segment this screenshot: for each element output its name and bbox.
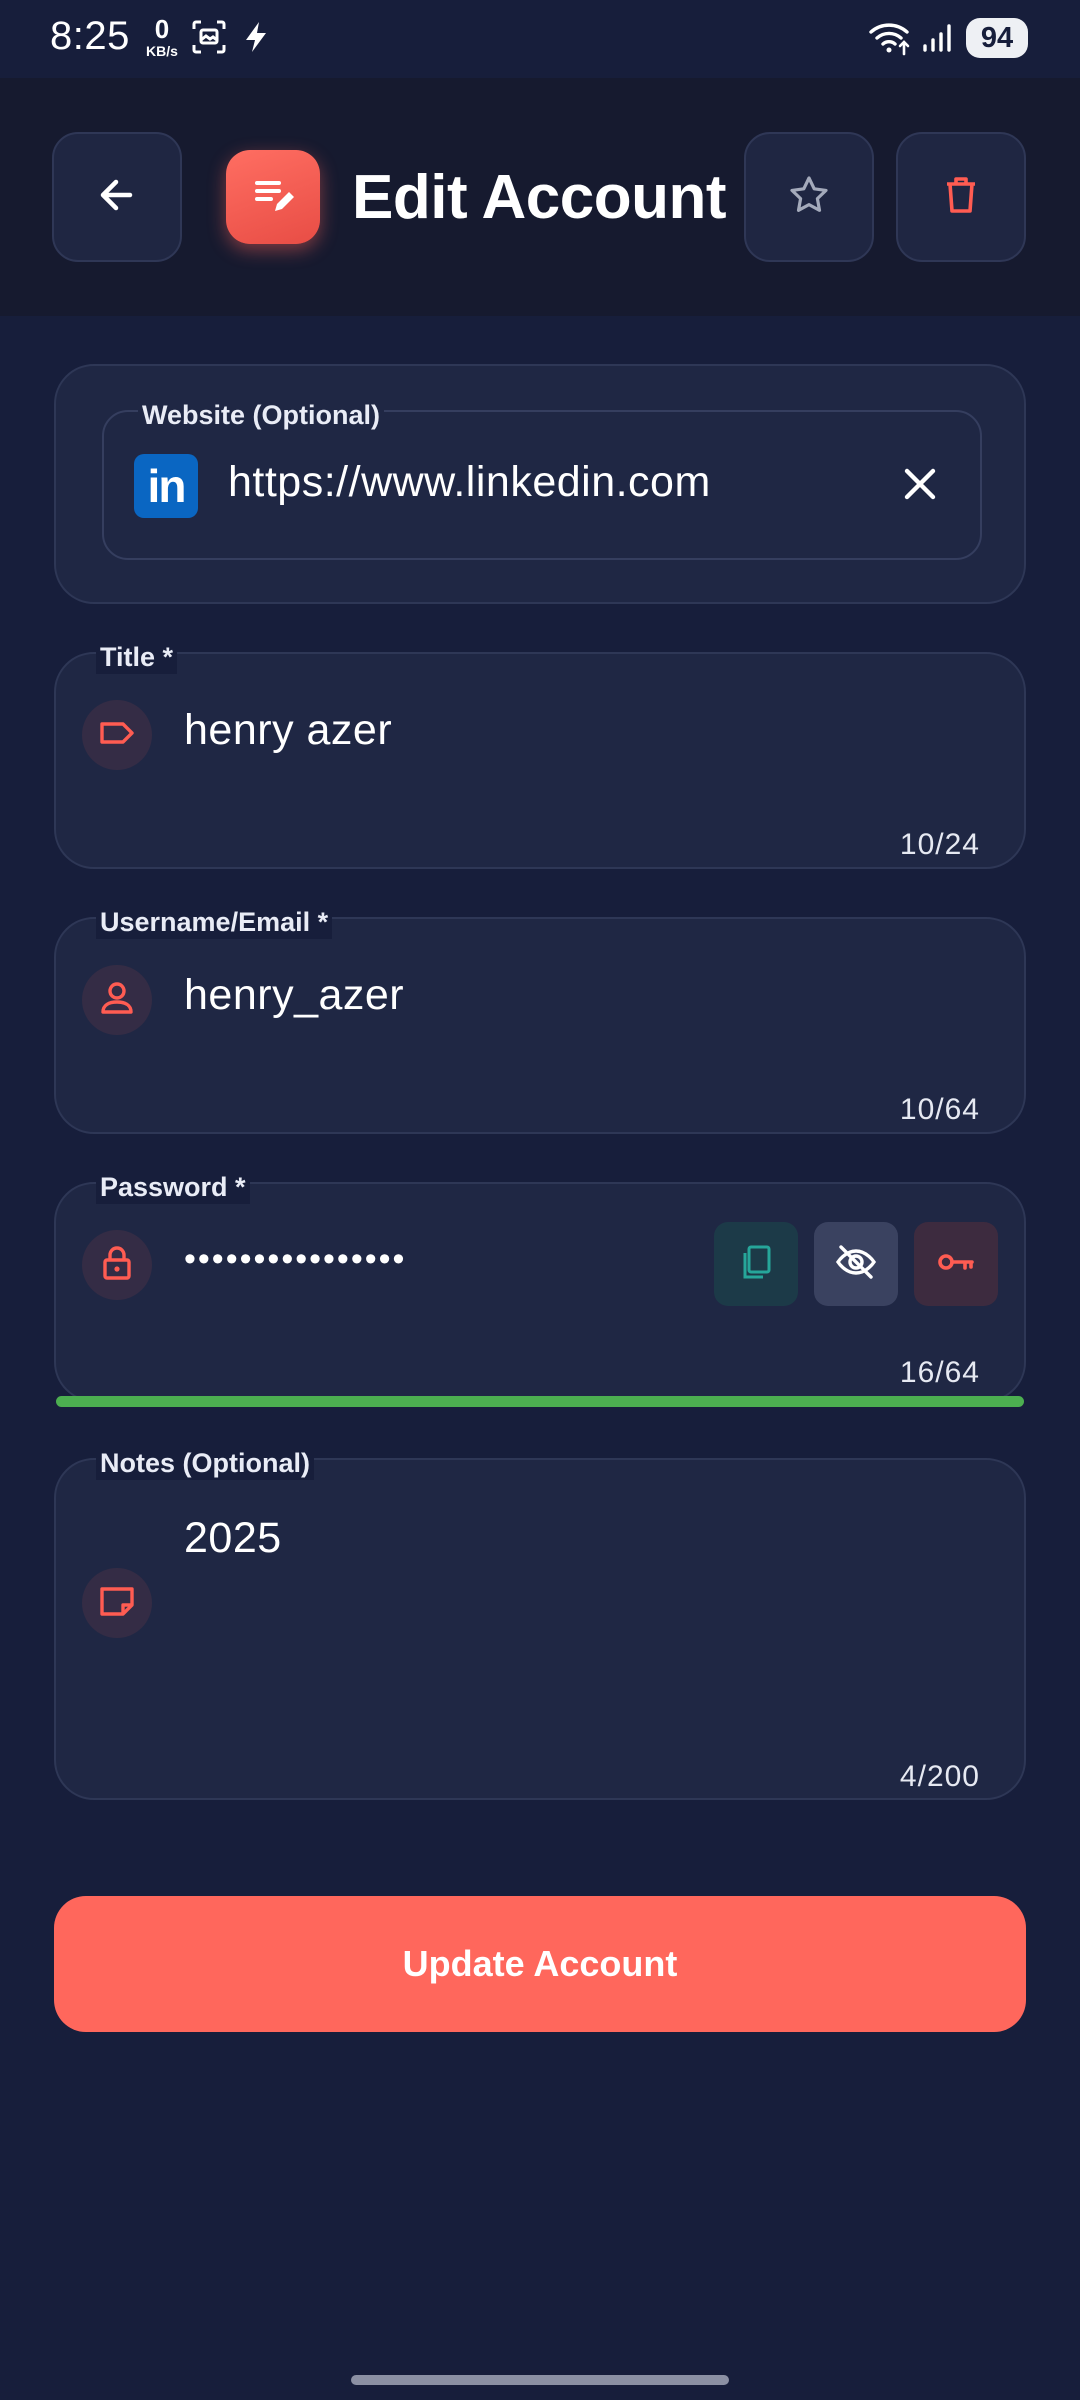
title-label: Title * — [96, 640, 178, 674]
lock-icon — [97, 1243, 137, 1288]
close-icon — [898, 468, 942, 510]
website-label: Website (Optional) — [138, 398, 385, 432]
flash-icon — [242, 20, 270, 59]
key-icon — [934, 1240, 978, 1289]
username-field[interactable]: henry_azer 10/64 — [54, 917, 1026, 1134]
title-counter: 10/24 — [899, 828, 980, 861]
clear-website-button[interactable] — [898, 462, 942, 511]
top-app-bar: Edit Account — [0, 78, 1080, 316]
wifi-icon — [868, 18, 912, 61]
home-indicator[interactable] — [351, 2375, 729, 2385]
notes-icon-badge — [82, 1568, 152, 1638]
title-field[interactable]: henry azer 10/24 — [54, 652, 1026, 869]
battery-indicator: 94 — [966, 18, 1028, 58]
status-bar: 8:25 0 KB/s 94 — [0, 0, 1080, 76]
password-counter: 16/64 — [899, 1356, 980, 1389]
delete-button[interactable] — [896, 132, 1026, 262]
favorite-button[interactable] — [744, 132, 874, 262]
screenshot-icon — [190, 18, 228, 61]
trash-icon — [939, 173, 983, 222]
username-icon-badge — [82, 965, 152, 1035]
notes-counter: 4/200 — [899, 1760, 980, 1793]
eye-off-icon — [834, 1240, 878, 1289]
username-value: henry_azer — [184, 971, 405, 1019]
edit-note-icon — [247, 169, 299, 226]
toggle-visibility-button[interactable] — [814, 1222, 898, 1306]
notes-value: 2025 — [184, 1514, 282, 1562]
username-counter: 10/64 — [899, 1093, 980, 1126]
title-icon-badge — [82, 700, 152, 770]
network-speed-value: 0 — [154, 14, 170, 44]
copy-password-button[interactable] — [714, 1222, 798, 1306]
password-field[interactable]: •••••••••••••••• 16/64 — [54, 1182, 1026, 1402]
linkedin-logo: in — [134, 454, 198, 518]
arrow-left-icon — [94, 172, 140, 223]
password-strength-bar — [56, 1396, 1024, 1407]
star-outline-icon — [787, 173, 831, 222]
website-input[interactable]: in https://www.linkedin.com — [102, 410, 982, 560]
notes-label: Notes (Optional) — [96, 1446, 314, 1480]
copy-icon — [736, 1242, 776, 1287]
generate-password-button[interactable] — [914, 1222, 998, 1306]
password-label: Password * — [96, 1170, 250, 1204]
password-icon-badge — [82, 1230, 152, 1300]
signal-icon — [920, 20, 954, 59]
label-tag-icon — [97, 713, 137, 758]
website-value: https://www.linkedin.com — [228, 458, 711, 506]
network-speed-unit: KB/s — [146, 43, 178, 59]
update-account-button[interactable]: Update Account — [54, 1896, 1026, 2032]
password-value: •••••••••••••••• — [184, 1240, 407, 1278]
website-card: in https://www.linkedin.com Website (Opt… — [54, 364, 1026, 604]
username-label: Username/Email * — [96, 905, 333, 939]
status-time: 8:25 — [50, 14, 130, 58]
title-value: henry azer — [184, 706, 393, 754]
app-icon — [226, 150, 320, 244]
back-button[interactable] — [52, 132, 182, 262]
note-icon — [97, 1581, 137, 1626]
network-speed: 0 KB/s — [140, 16, 184, 58]
page-title: Edit Account — [352, 163, 727, 232]
person-icon — [97, 978, 137, 1023]
notes-field[interactable]: 2025 4/200 — [54, 1458, 1026, 1800]
